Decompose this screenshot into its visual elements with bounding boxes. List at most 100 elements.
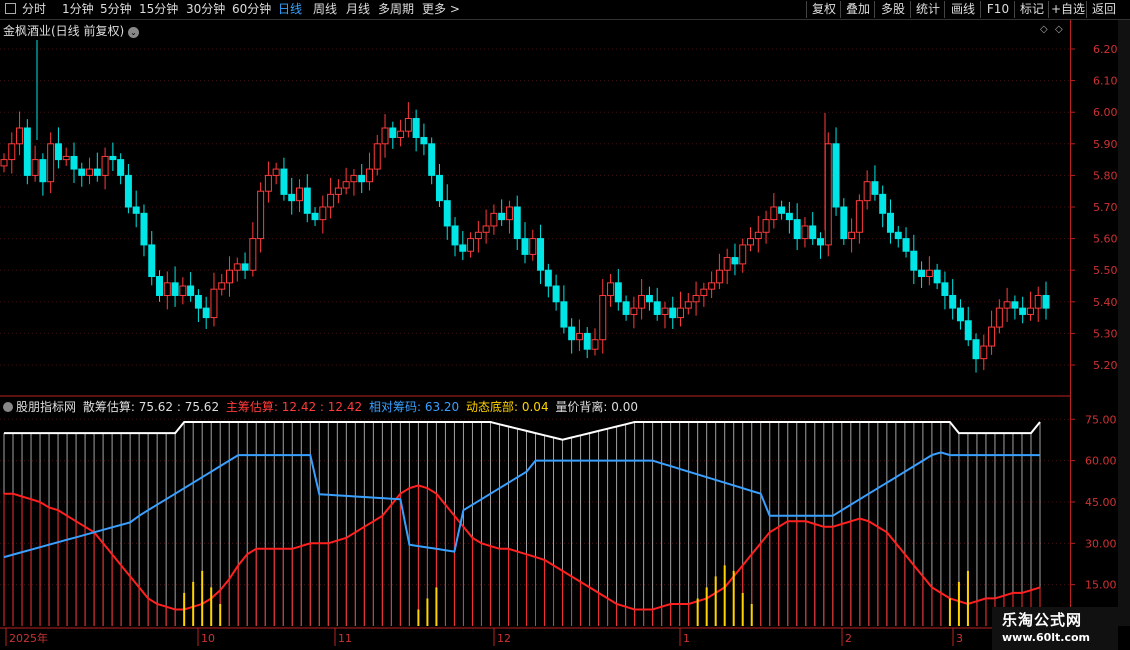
candle-body bbox=[568, 326, 576, 341]
indicator-label-2: 45.00 bbox=[1085, 496, 1117, 509]
candle-body bbox=[544, 269, 552, 287]
candle-body bbox=[824, 143, 832, 246]
period-tab-10[interactable]: 更多 > bbox=[422, 1, 460, 18]
price-label-2: 6.00 bbox=[1093, 106, 1118, 119]
candle-body bbox=[505, 206, 513, 221]
candle-body bbox=[871, 181, 879, 195]
period-tab-4[interactable]: 30分钟 bbox=[186, 1, 225, 18]
candle-body bbox=[249, 238, 257, 271]
period-tab-0[interactable]: 分时 bbox=[22, 1, 46, 18]
candle-body bbox=[389, 127, 397, 138]
diamond-icon: ◇ bbox=[1055, 24, 1063, 35]
candle-body bbox=[980, 345, 988, 360]
candle-body bbox=[101, 155, 109, 176]
candle-body bbox=[70, 155, 78, 170]
candle-body bbox=[54, 143, 62, 161]
candle-body bbox=[264, 174, 272, 192]
candle-body bbox=[187, 285, 195, 296]
candle-body bbox=[941, 282, 949, 296]
candle-body bbox=[754, 231, 762, 240]
candle-body bbox=[435, 174, 443, 202]
candle-body bbox=[490, 212, 498, 227]
date-label-6: 3 bbox=[956, 632, 963, 645]
candle-body bbox=[739, 244, 747, 265]
candle-body bbox=[226, 269, 234, 284]
toolbar-button-1[interactable]: 叠加 bbox=[840, 1, 875, 18]
period-tab-5[interactable]: 60分钟 bbox=[232, 1, 271, 18]
candle-body bbox=[622, 301, 630, 315]
candle-body bbox=[498, 212, 506, 221]
date-label-1: 10 bbox=[201, 632, 215, 645]
candle-body bbox=[124, 174, 132, 208]
candle-body bbox=[117, 159, 125, 176]
date-label-2: 11 bbox=[338, 632, 352, 645]
indicator-menu-icon[interactable] bbox=[3, 402, 13, 412]
candle-body bbox=[599, 294, 607, 341]
candle-body bbox=[692, 294, 700, 303]
candle-body bbox=[785, 212, 793, 221]
candle-body bbox=[552, 285, 560, 303]
candle-body bbox=[86, 168, 94, 176]
toolbar-button-6[interactable]: 标记 bbox=[1014, 1, 1049, 18]
indicator-header: 股朋指标网 散筹估算: 75.62 : 75.62 主筹估算: 12.42 : … bbox=[3, 398, 638, 415]
window-icon[interactable] bbox=[5, 3, 16, 14]
candle-body bbox=[365, 168, 373, 183]
price-label-10: 5.20 bbox=[1093, 359, 1118, 372]
candle-body bbox=[210, 288, 218, 319]
candle-body bbox=[381, 127, 389, 145]
candle-body bbox=[459, 244, 467, 252]
candle-body bbox=[78, 168, 86, 176]
indicator-value-3: 动态底部: 0.04 bbox=[462, 400, 549, 414]
candle-body bbox=[715, 269, 723, 284]
price-label-5: 5.70 bbox=[1093, 201, 1118, 214]
toolbar-button-7[interactable]: +自选 bbox=[1048, 1, 1087, 18]
period-tab-9[interactable]: 多周期 bbox=[378, 1, 414, 18]
candle-body bbox=[156, 276, 164, 296]
candle-body bbox=[863, 181, 871, 202]
toolbar-button-2[interactable]: 多股 bbox=[874, 1, 911, 18]
side-panel-strip[interactable] bbox=[1118, 20, 1130, 626]
candle-body bbox=[350, 174, 358, 183]
kline-chart[interactable]: ◇ ◇ 2025年 10 11 12 1 2 3 bbox=[0, 20, 1070, 646]
toolbar-button-8[interactable]: 返回 bbox=[1086, 1, 1121, 18]
candle-body bbox=[272, 168, 280, 176]
toolbar-button-0[interactable]: 复权 bbox=[806, 1, 841, 18]
candle-body bbox=[373, 143, 381, 170]
toolbar-button-4[interactable]: 画线 bbox=[944, 1, 981, 18]
price-label-4: 5.80 bbox=[1093, 169, 1118, 182]
toolbar-button-5[interactable]: F10 bbox=[980, 1, 1015, 18]
candle-body bbox=[93, 168, 101, 176]
indicator-label-0: 75.00 bbox=[1085, 413, 1117, 426]
candle-body bbox=[902, 238, 910, 252]
candle-body bbox=[0, 159, 8, 167]
period-toolbar: 分时 1分钟 5分钟 15分钟 30分钟 60分钟 日线 周线 月线 多周期 更多 > 复权 叠加 多股… bbox=[0, 0, 1130, 20]
watermark-url: www.60lt.com bbox=[1002, 631, 1091, 644]
candle-body bbox=[933, 269, 941, 284]
candle-body bbox=[513, 206, 521, 240]
candle-body bbox=[342, 181, 350, 189]
period-tab-8[interactable]: 月线 bbox=[346, 1, 370, 18]
candle-body bbox=[397, 130, 405, 138]
candle-body bbox=[988, 326, 996, 347]
candle-body bbox=[451, 225, 459, 246]
candle-body bbox=[327, 193, 335, 208]
indicator-value-1: 主筹估算: 12.42 : 12.42 bbox=[222, 400, 363, 414]
candle-body bbox=[443, 200, 451, 227]
candle-body bbox=[840, 206, 848, 240]
chart-canvas[interactable]: ◇ ◇2025年 10 11 12 1 2 3 bbox=[0, 20, 1070, 646]
period-tab-2[interactable]: 5分钟 bbox=[100, 1, 132, 18]
period-tab-7[interactable]: 周线 bbox=[313, 1, 337, 18]
period-tab-1[interactable]: 1分钟 bbox=[62, 1, 94, 18]
candle-body bbox=[31, 159, 39, 176]
price-label-6: 5.60 bbox=[1093, 233, 1118, 246]
candle-body bbox=[747, 238, 755, 246]
period-tab-3[interactable]: 15分钟 bbox=[139, 1, 178, 18]
candle-body bbox=[894, 231, 902, 240]
candle-body bbox=[684, 301, 692, 309]
candle-body bbox=[109, 155, 117, 161]
candle-body bbox=[194, 294, 202, 309]
indicator-value-4: 量价背离: 0.00 bbox=[551, 400, 638, 414]
toolbar-button-3[interactable]: 统计 bbox=[910, 1, 945, 18]
candle-body bbox=[218, 282, 226, 290]
period-tab-6[interactable]: 日线 bbox=[278, 1, 302, 18]
